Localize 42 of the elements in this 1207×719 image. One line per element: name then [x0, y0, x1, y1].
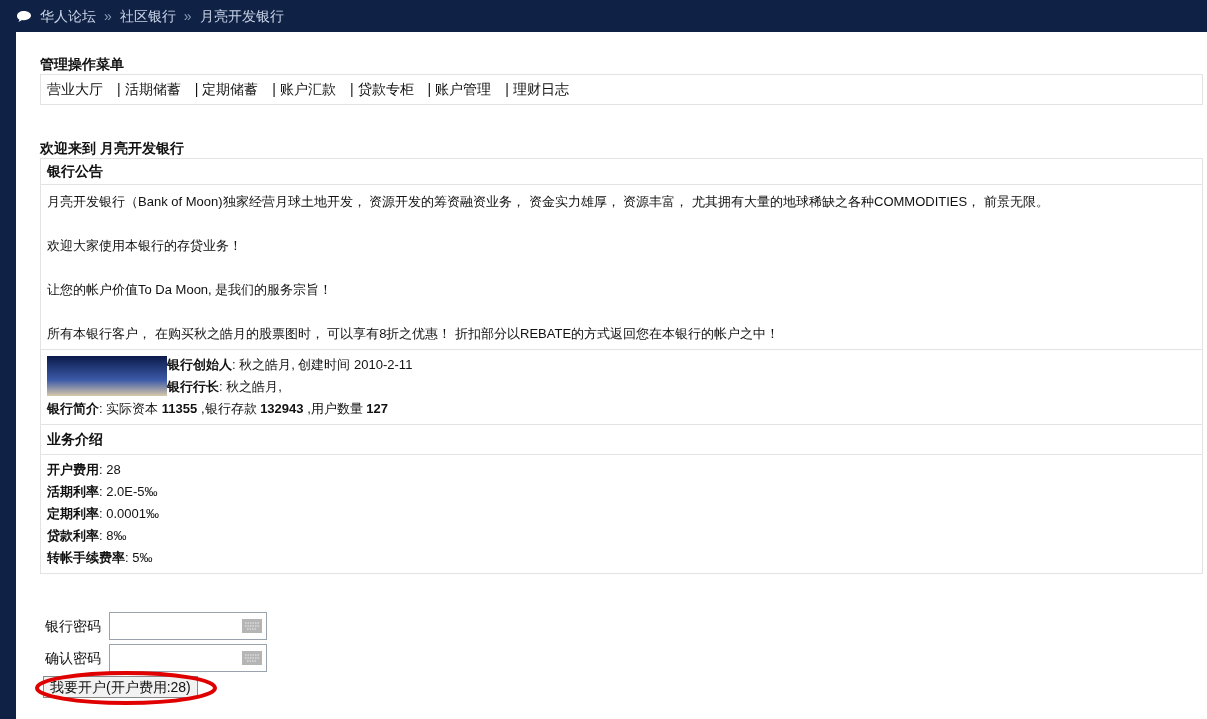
breadcrumb-link[interactable]: 月亮开发银行 [199, 5, 284, 27]
rate-text: 定期利率: 0.0001‰ [47, 505, 160, 523]
password-field[interactable] [109, 644, 267, 672]
intro-text: 银行简介: 实际资本 11355 ,银行存款 132943 ,用户数量 127 [47, 400, 390, 418]
menu-link[interactable]: 理财日志 [512, 79, 569, 100]
menu-separator: | [194, 80, 199, 99]
menu-link[interactable]: 营业大厅 [47, 79, 103, 100]
rate-text: 转帐手续费率: 5‰ [47, 549, 154, 567]
menu-link[interactable]: 定期储蓄 [202, 79, 259, 100]
section-title: 管理操作菜单 [40, 55, 125, 74]
menu-link[interactable]: 贷款专柜 [357, 79, 414, 100]
rate-text: 贷款利率: 8‰ [47, 527, 128, 545]
breadcrumb-separator: » [183, 6, 192, 26]
field-label: 银行密码 [45, 616, 101, 636]
menu-separator: | [427, 80, 432, 99]
panel-header: 银行公告 [41, 159, 1202, 185]
notice-paragraph: 让您的帐户价值To Da Moon, 是我们的服务宗旨！ [47, 281, 334, 299]
rate-text: 活期利率: 2.0E-5‰ [47, 483, 159, 501]
menu-separator: | [272, 80, 276, 99]
open-account-button[interactable]: 我要开户(开户费用:28) [43, 676, 198, 698]
speech-bubble-icon [16, 9, 32, 23]
notice-paragraph: 欢迎大家使用本银行的存贷业务！ [47, 237, 243, 255]
breadcrumb-separator: » [104, 6, 112, 26]
field-label: 确认密码 [45, 648, 101, 668]
breadcrumb-link[interactable]: 社区银行 [119, 5, 176, 27]
notice-paragraph: 所有本银行客户， 在购买秋之皓月的股票图时， 可以享有8折之优惠！ 折扣部分以REBATE的方式返回您在本银行的帐户之中！ [47, 325, 781, 343]
menu-link[interactable]: 账户汇款 [279, 79, 336, 100]
menu-link[interactable]: 活期储蓄 [124, 79, 181, 100]
menu-separator: | [117, 80, 121, 99]
breadcrumb-link[interactable]: 华人论坛 [40, 5, 96, 27]
founder-text: 银行创始人: 秋之皓月, 创建时间 2010-2-11 [167, 356, 413, 374]
keyboard-icon[interactable] [242, 619, 262, 633]
keyboard-icon[interactable] [242, 651, 262, 665]
rate-text: 开户费用: 28 [47, 461, 122, 479]
menu-separator: | [505, 80, 509, 99]
password-field[interactable] [109, 612, 267, 640]
notice-paragraph: 月亮开发银行（Bank of Moon)独家经营月球土地开发， 资源开发的筹资融资业务， 资金实力雄厚， 资源丰富， 尤其拥有大量的地球稀缺之各种COMMODITIES， 前景无限。 [47, 193, 1050, 211]
panel-header: 业务介绍 [41, 425, 1202, 455]
menu-link[interactable]: 账户管理 [435, 79, 492, 100]
president-text: 银行行长: 秋之皓月, [167, 378, 283, 396]
menu-separator: | [349, 80, 354, 99]
welcome-title: 欢迎来到 月亮开发银行 [40, 139, 185, 158]
